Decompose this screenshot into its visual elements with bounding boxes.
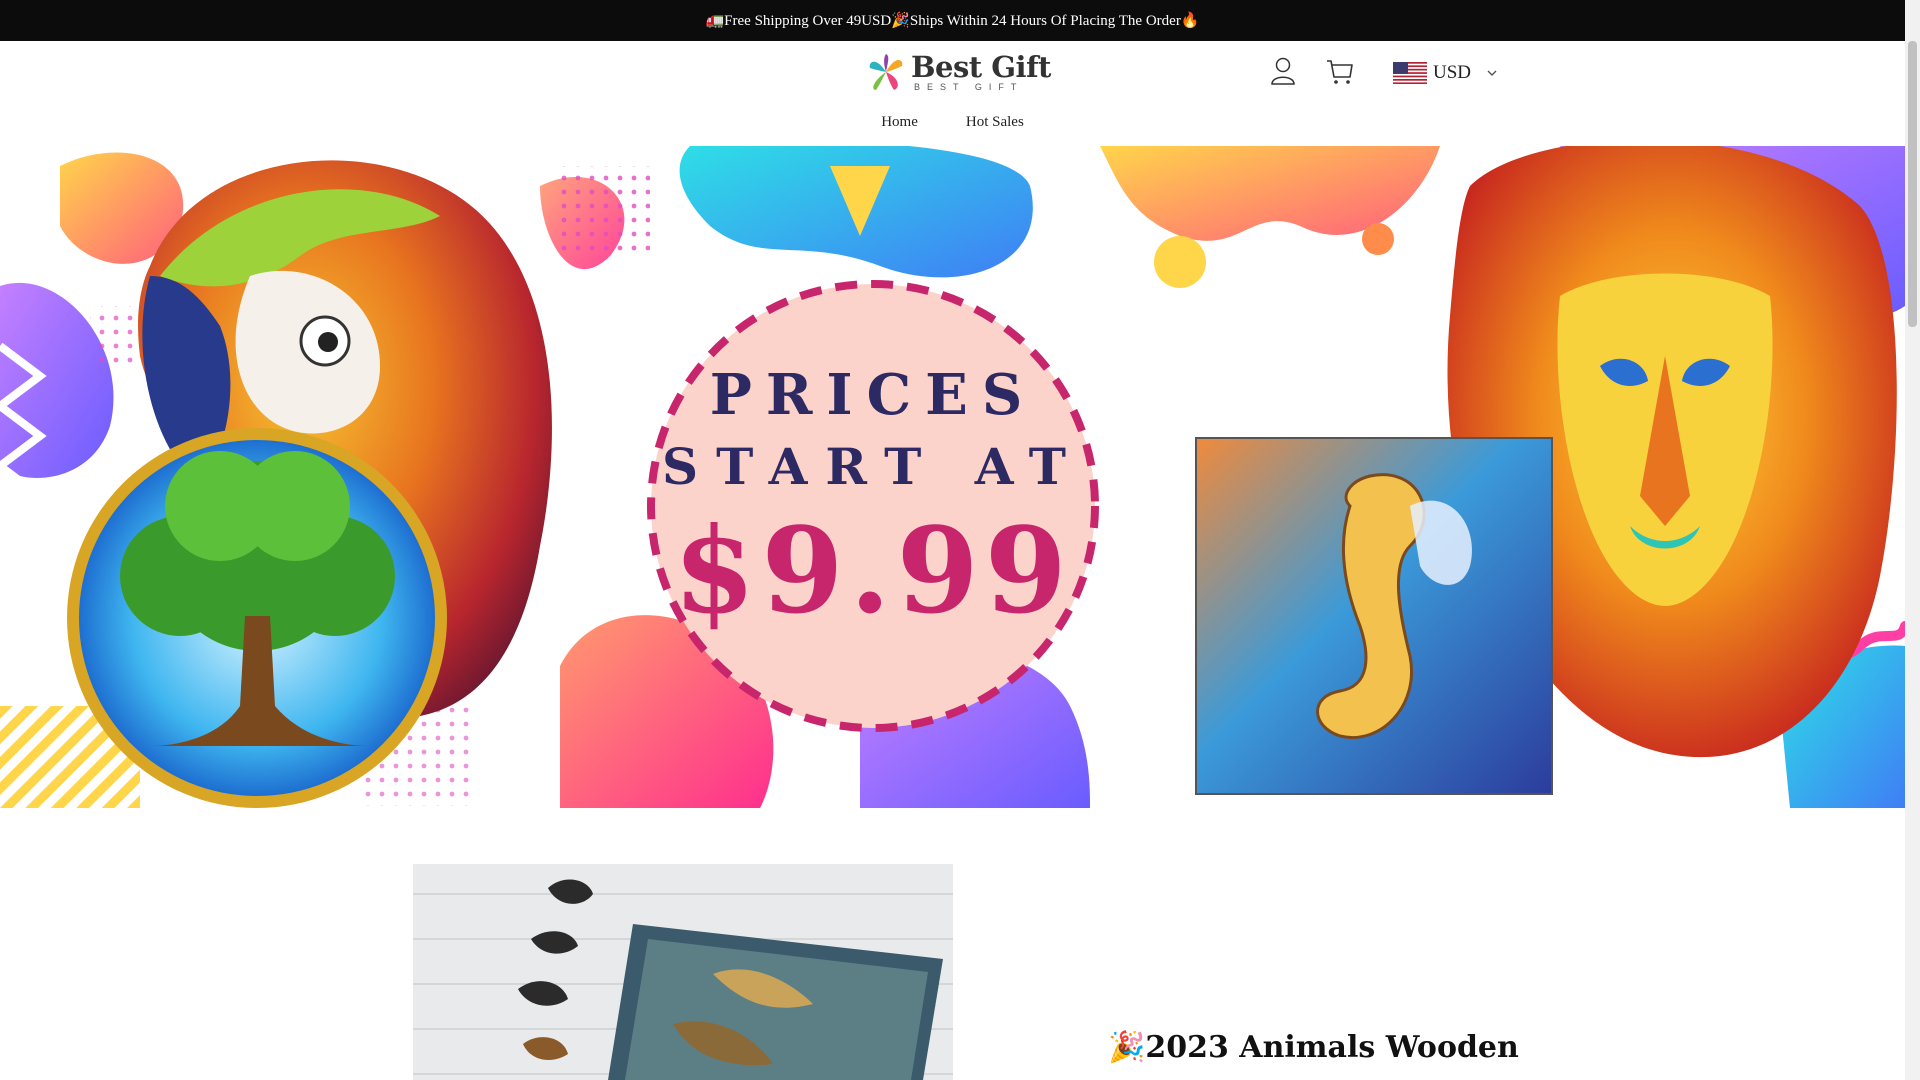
product-photo [413, 864, 953, 1080]
currency-code: USD [1433, 62, 1472, 83]
announcement-bar: 🚛Free Shipping Over 49USD🎉Ships Within 2… [0, 0, 1905, 41]
cart-icon[interactable] [1326, 59, 1354, 85]
pinwheel-logo-icon [869, 54, 903, 90]
price-line1: PRICES [710, 362, 1037, 428]
site-header: Best Gift BEST GIFT USD Home Hot Sales [0, 41, 1905, 145]
scrollbar-thumb[interactable] [1908, 41, 1917, 327]
store-logo[interactable]: Best Gift BEST GIFT [866, 50, 1051, 96]
price-line2: START AT [662, 437, 1084, 496]
nav-home[interactable]: Home [881, 114, 918, 131]
price-amount: $9.99 [673, 501, 1073, 640]
logo-tagline: BEST GIFT [914, 82, 1024, 92]
logo-name: Best Gift [911, 50, 1051, 84]
product-image[interactable] [413, 864, 953, 1080]
user-icon[interactable] [1270, 57, 1296, 85]
hero-banner[interactable]: PRICES START AT $9.99 [0, 146, 1905, 808]
page: 🚛Free Shipping Over 49USD🎉Ships Within 2… [0, 0, 1905, 1080]
us-flag-icon [1393, 62, 1427, 84]
chevron-down-icon [1487, 70, 1497, 76]
currency-selector[interactable]: USD [1393, 59, 1497, 87]
nav-hot-sales[interactable]: Hot Sales [966, 114, 1024, 131]
product-title: 🎉2023 Animals Wooden [1108, 1030, 1519, 1065]
announcement-text: 🚛Free Shipping Over 49USD🎉Ships Within 2… [705, 13, 1200, 29]
hero-artwork: PRICES START AT $9.99 [0, 146, 1905, 808]
main-nav: Home Hot Sales [0, 114, 1905, 131]
scrollbar[interactable] [1905, 0, 1920, 1080]
